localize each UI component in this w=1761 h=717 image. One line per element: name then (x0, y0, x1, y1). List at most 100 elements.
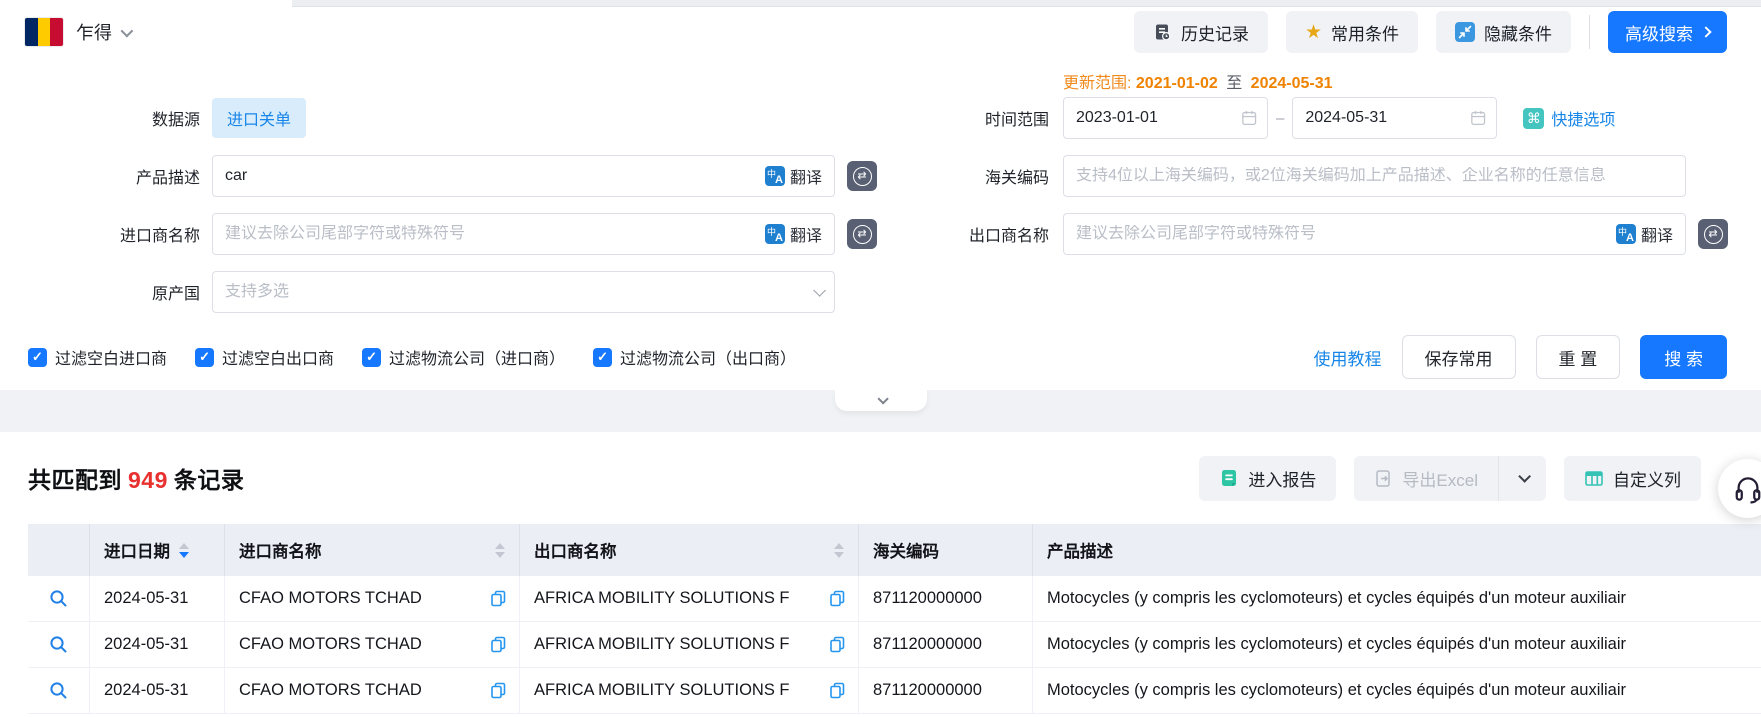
checkbox-checked-icon: ✓ (195, 348, 214, 367)
copy-button[interactable] (829, 636, 846, 653)
results-table: 进口日期 进口商名称 出口商名称 海关编码 产品描述 (28, 524, 1761, 714)
translate-button[interactable]: 中A 翻译 (765, 164, 822, 188)
filter-blank-importer-checkbox[interactable]: ✓ 过滤空白进口商 (28, 345, 167, 369)
origin-country-input[interactable] (225, 283, 813, 301)
history-button[interactable]: 历史记录 (1134, 11, 1268, 53)
product-desc-field[interactable]: 中A 翻译 (212, 155, 835, 197)
filter-logistics-importer-checkbox[interactable]: ✓ 过滤物流公司（进口商） (362, 345, 565, 369)
chevron-down-icon (121, 24, 134, 37)
favorites-label: 常用条件 (1331, 20, 1399, 45)
summary-suffix: 条记录 (174, 467, 245, 493)
hide-conditions-label: 隐藏条件 (1484, 20, 1552, 45)
sort-icons[interactable] (834, 543, 844, 558)
end-date-input[interactable] (1305, 109, 1470, 127)
export-excel-menu-button[interactable] (1498, 456, 1546, 501)
start-date-field[interactable] (1063, 97, 1268, 139)
copy-button[interactable] (490, 590, 507, 607)
table-row[interactable]: 2024-05-31 CFAO MOTORS TCHAD AFRICA MOBI… (28, 576, 1761, 622)
export-excel-group: 导出Excel (1354, 456, 1546, 501)
summary-prefix: 共匹配到 (28, 467, 122, 493)
sort-icons[interactable] (179, 543, 189, 558)
table-row[interactable]: 2024-05-31 CFAO MOTORS TCHAD AFRICA MOBI… (28, 622, 1761, 668)
exporter-input[interactable] (1076, 225, 1616, 243)
results-header: 共匹配到949条记录 进入报告 导出Excel (0, 432, 1761, 524)
topbar-divider (1589, 15, 1590, 49)
origin-country-select[interactable] (212, 271, 835, 313)
history-label: 历史记录 (1181, 20, 1249, 45)
magnifier-icon (49, 681, 68, 700)
importer-field[interactable]: 中A 翻译 (212, 213, 835, 255)
chevron-right-icon (1700, 26, 1711, 37)
columns-icon (1584, 468, 1604, 488)
form-row-importer-exporter: 进口商名称 中A 翻译 ⇄ 出口商名称 中A 翻译 (0, 213, 1761, 255)
star-icon: ★ (1305, 23, 1322, 42)
enter-report-button[interactable]: 进入报告 (1199, 456, 1336, 501)
results-summary: 共匹配到949条记录 (28, 461, 244, 495)
results-actions: 进入报告 导出Excel 自定义列 (1199, 456, 1701, 501)
update-range-to: 至 (1222, 75, 1246, 92)
product-desc-input[interactable] (225, 167, 765, 185)
header-label: 进口日期 (104, 538, 170, 562)
cell-import-date: 2024-05-31 (104, 681, 188, 700)
match-count: 949 (122, 467, 174, 493)
hs-code-input[interactable] (1076, 167, 1673, 185)
sort-icons[interactable] (495, 543, 505, 558)
header-exporter-name[interactable]: 出口商名称 (520, 524, 859, 576)
tab-import-declaration[interactable]: 进口关单 (212, 98, 306, 138)
header-label: 海关编码 (873, 538, 939, 562)
data-source-label: 数据源 (0, 106, 212, 130)
panel-divider-strip (0, 390, 1761, 432)
copy-button[interactable] (829, 590, 846, 607)
exporter-field[interactable]: 中A 翻译 (1063, 213, 1686, 255)
view-detail-button[interactable] (49, 589, 68, 608)
custom-columns-label: 自定义列 (1613, 466, 1681, 491)
favorites-button[interactable]: ★ 常用条件 (1286, 11, 1418, 53)
form-row-origin: 原产国 (0, 271, 1761, 313)
start-date-input[interactable] (1076, 109, 1241, 127)
end-date-field[interactable] (1292, 97, 1497, 139)
copy-button[interactable] (829, 682, 846, 699)
app-screen: 乍得 历史记录 ★ 常用条件 隐藏条件 高级搜索 更新 (0, 0, 1761, 717)
hs-code-field[interactable] (1063, 155, 1686, 197)
view-detail-button[interactable] (49, 681, 68, 700)
cell-importer: CFAO MOTORS TCHAD (239, 635, 422, 654)
filter-blank-exporter-checkbox[interactable]: ✓ 过滤空白出口商 (195, 345, 334, 369)
exact-match-toggle[interactable]: ⇄ (847, 161, 877, 191)
exact-match-toggle[interactable]: ⇄ (1698, 219, 1728, 249)
header-detail-column (28, 524, 90, 576)
translate-label: 翻译 (790, 164, 822, 188)
translate-button[interactable]: 中A 翻译 (765, 222, 822, 246)
advanced-search-button[interactable]: 高级搜索 (1608, 11, 1727, 53)
update-range-end: 2024-05-31 (1251, 75, 1333, 92)
collapse-icon (1455, 22, 1475, 42)
copy-button[interactable] (490, 636, 507, 653)
header-importer-name[interactable]: 进口商名称 (225, 524, 520, 576)
custom-columns-button[interactable]: 自定义列 (1564, 456, 1701, 501)
header-import-date[interactable]: 进口日期 (90, 524, 225, 576)
reset-button[interactable]: 重 置 (1536, 335, 1621, 379)
save-common-button[interactable]: 保存常用 (1402, 335, 1516, 379)
table-row[interactable]: 2024-05-31 CFAO MOTORS TCHAD AFRICA MOBI… (28, 668, 1761, 714)
header-hs-code: 海关编码 (859, 524, 1033, 576)
translate-button[interactable]: 中A 翻译 (1616, 222, 1673, 246)
tutorial-link[interactable]: 使用教程 (1314, 345, 1382, 370)
exact-match-toggle[interactable]: ⇄ (847, 219, 877, 249)
table-header-row: 进口日期 进口商名称 出口商名称 海关编码 产品描述 (28, 524, 1761, 576)
hide-conditions-button[interactable]: 隐藏条件 (1436, 11, 1571, 53)
history-icon (1153, 23, 1172, 42)
checkbox-label: 过滤物流公司（出口商） (620, 345, 796, 369)
collapse-form-handle[interactable] (835, 390, 927, 411)
importer-input[interactable] (225, 225, 765, 243)
cell-import-date: 2024-05-31 (104, 635, 188, 654)
view-detail-button[interactable] (49, 635, 68, 654)
country-picker[interactable]: 乍得 (25, 18, 130, 46)
copy-button[interactable] (490, 682, 507, 699)
search-button[interactable]: 搜 索 (1640, 335, 1727, 379)
copy-icon (490, 636, 507, 653)
form-row-product-hscode: 产品描述 中A 翻译 ⇄ 海关编码 (0, 155, 1761, 197)
topbar: 乍得 历史记录 ★ 常用条件 隐藏条件 高级搜索 (0, 0, 1761, 64)
export-excel-button[interactable]: 导出Excel (1354, 456, 1498, 501)
filter-logistics-exporter-checkbox[interactable]: ✓ 过滤物流公司（出口商） (593, 345, 796, 369)
calendar-icon (1470, 109, 1486, 127)
quick-options-button[interactable]: ⌘ 快捷选项 (1523, 106, 1615, 130)
